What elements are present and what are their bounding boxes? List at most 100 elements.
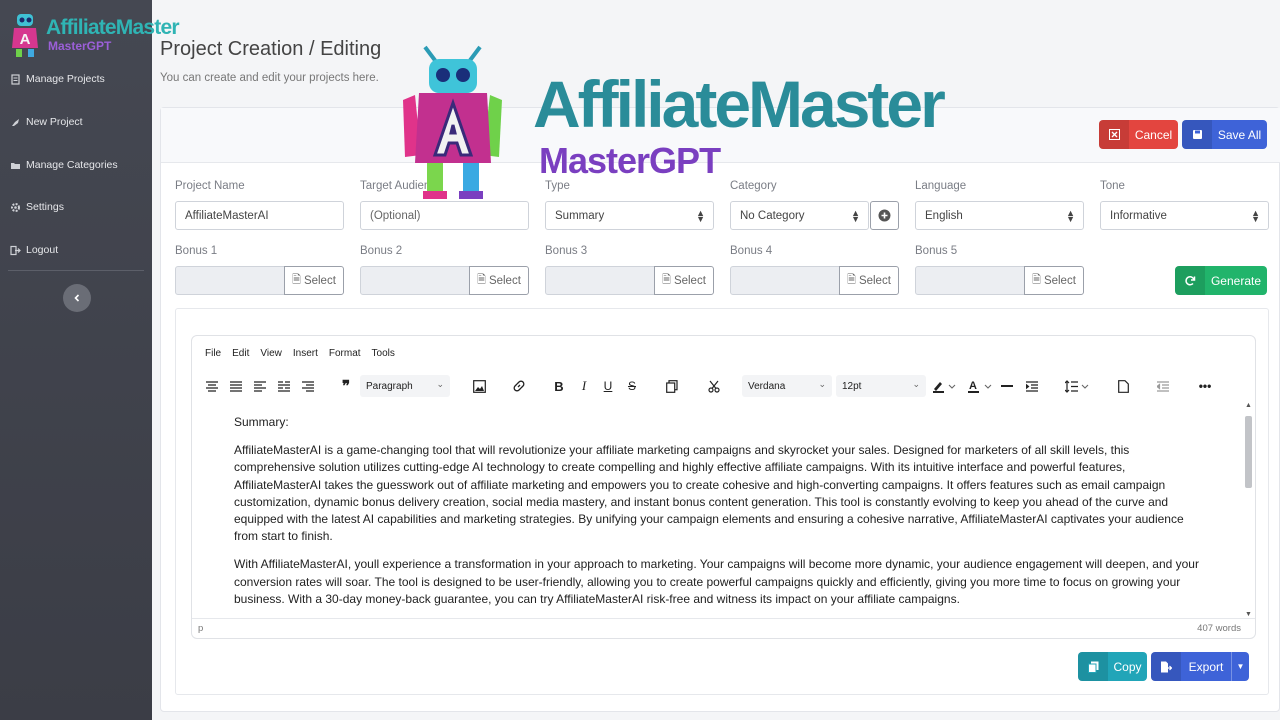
type-select[interactable]: Summary ▲ ▼ bbox=[545, 201, 714, 230]
sidebar-item-label: Manage Projects bbox=[26, 73, 105, 85]
blockquote-icon[interactable]: ❞ bbox=[338, 376, 354, 396]
outdent-icon[interactable] bbox=[1156, 376, 1170, 396]
editor-toolbar: ❞ Paragraph ⌄ B I U S Verdana ⌄ 12pt ⌄ A… bbox=[192, 372, 1255, 400]
bold-icon[interactable]: B bbox=[552, 376, 566, 396]
generate-button-label: Generate bbox=[1210, 273, 1262, 288]
gear-icon bbox=[11, 202, 20, 212]
list-icon[interactable] bbox=[276, 376, 292, 396]
app-logo[interactable]: A AffiliateMaster MasterGPT bbox=[6, 6, 180, 60]
cancel-button-label: Cancel bbox=[1134, 127, 1173, 142]
target-audience-input[interactable]: (Optional) bbox=[360, 201, 529, 230]
link-icon[interactable] bbox=[510, 376, 528, 396]
sidebar-item-manage-categories[interactable]: Manage Categories bbox=[0, 150, 152, 180]
robot-logo-icon: A bbox=[12, 14, 38, 57]
plus-circle-icon bbox=[878, 209, 891, 222]
chevron-down-icon: ⌄ bbox=[912, 379, 920, 389]
bonus-4-input[interactable] bbox=[730, 266, 840, 295]
sidebar-item-logout[interactable]: Logout bbox=[0, 235, 152, 265]
file-icon: 🗎 bbox=[847, 274, 856, 286]
bonus-3-input[interactable] bbox=[545, 266, 655, 295]
menu-format[interactable]: Format bbox=[329, 348, 361, 362]
file-icon: 🗎 bbox=[662, 274, 671, 286]
bonus-2-input[interactable] bbox=[360, 266, 470, 295]
align-center-icon[interactable] bbox=[204, 376, 220, 396]
bonus-2-select-button[interactable]: 🗎 Select bbox=[469, 266, 529, 295]
project-form-card: Cancel Save All Project Name Target Audi… bbox=[160, 107, 1280, 712]
align-justify-icon[interactable] bbox=[228, 376, 244, 396]
text-color-icon[interactable]: A bbox=[966, 376, 996, 396]
language-label: Language bbox=[915, 180, 967, 192]
logout-icon bbox=[10, 245, 21, 255]
save-all-button[interactable]: Save All bbox=[1182, 120, 1267, 149]
copy-format-icon[interactable] bbox=[664, 376, 680, 396]
file-icon: 🗎 bbox=[292, 274, 301, 286]
editor-content[interactable]: Summary: AffiliateMasterAI is a game-cha… bbox=[192, 404, 1242, 618]
bonus-select-label: Select bbox=[303, 274, 336, 287]
element-path[interactable]: p bbox=[198, 623, 203, 634]
select-arrows-icon: ▲ ▼ bbox=[1251, 208, 1260, 224]
add-category-button[interactable] bbox=[870, 201, 899, 230]
file-icon bbox=[11, 73, 20, 85]
font-family-select[interactable]: Verdana ⌄ bbox=[742, 375, 832, 397]
line-height-icon[interactable] bbox=[1064, 376, 1092, 396]
rocket-icon bbox=[12, 118, 19, 126]
sidebar-collapse-button[interactable] bbox=[63, 284, 91, 312]
scroll-down-icon[interactable]: ▼ bbox=[1245, 611, 1252, 618]
highlight-color-icon[interactable] bbox=[930, 376, 960, 396]
menu-edit[interactable]: Edit bbox=[232, 348, 249, 362]
caret-down-icon[interactable]: ▼ bbox=[1231, 652, 1249, 681]
underline-icon[interactable]: U bbox=[601, 376, 615, 396]
bonus-3-select-button[interactable]: 🗎 Select bbox=[654, 266, 714, 295]
bonus-3-label: Bonus 3 bbox=[545, 245, 588, 257]
sidebar-item-new-project[interactable]: New Project bbox=[0, 107, 152, 137]
sidebar-item-settings[interactable]: Settings bbox=[0, 192, 152, 222]
content-paragraph-1: AffiliateMasterAI is a game-changing too… bbox=[234, 443, 1184, 544]
cancel-button[interactable]: Cancel bbox=[1099, 120, 1178, 149]
menu-file[interactable]: File bbox=[205, 348, 221, 362]
svg-text:A: A bbox=[969, 380, 977, 392]
strikethrough-icon[interactable]: S bbox=[625, 376, 639, 396]
block-format-select[interactable]: Paragraph ⌄ bbox=[360, 375, 450, 397]
logo-subtitle: MasterGPT bbox=[48, 39, 112, 53]
category-select[interactable]: No Category ▲ ▼ bbox=[730, 201, 869, 230]
generate-button[interactable]: Generate bbox=[1175, 266, 1267, 295]
editor-statusbar: p 407 words bbox=[192, 618, 1255, 638]
sidebar-item-label: New Project bbox=[26, 116, 83, 128]
language-select[interactable]: English ▲ ▼ bbox=[915, 201, 1084, 230]
font-size-select[interactable]: 12pt ⌄ bbox=[836, 375, 926, 397]
copy-icon bbox=[1078, 652, 1108, 681]
language-select-value: English bbox=[925, 209, 963, 222]
close-icon bbox=[1099, 120, 1129, 149]
align-right-icon[interactable] bbox=[300, 376, 316, 396]
sidebar-item-label: Manage Categories bbox=[26, 159, 118, 171]
horizontal-rule-icon[interactable] bbox=[1000, 376, 1014, 396]
scrollbar-thumb[interactable] bbox=[1245, 416, 1252, 488]
menu-tools[interactable]: Tools bbox=[372, 348, 395, 362]
scroll-up-icon[interactable]: ▲ bbox=[1245, 402, 1252, 409]
export-button[interactable]: Export ▼ bbox=[1151, 652, 1249, 681]
file-icon: 🗎 bbox=[477, 274, 486, 286]
copy-button[interactable]: Copy bbox=[1078, 652, 1147, 681]
bonus-5-select-button[interactable]: 🗎 Select bbox=[1024, 266, 1084, 295]
indent-icon[interactable] bbox=[1024, 376, 1040, 396]
cut-icon[interactable] bbox=[706, 376, 722, 396]
word-count[interactable]: 407 words bbox=[1197, 623, 1241, 634]
tone-select[interactable]: Informative ▲ ▼ bbox=[1100, 201, 1269, 230]
project-name-input[interactable]: AffiliateMasterAI bbox=[175, 201, 344, 230]
menu-view[interactable]: View bbox=[260, 348, 282, 362]
bonus-1-select-button[interactable]: 🗎 Select bbox=[284, 266, 344, 295]
editor-scrollbar[interactable]: ▲ ▼ bbox=[1243, 402, 1253, 618]
menu-insert[interactable]: Insert bbox=[293, 348, 318, 362]
document-icon[interactable] bbox=[1116, 376, 1130, 396]
more-options-icon[interactable]: ••• bbox=[1196, 376, 1214, 396]
editor-menubar: File Edit View Insert Format Tools bbox=[205, 348, 395, 362]
align-left-icon[interactable] bbox=[252, 376, 268, 396]
chevron-left-icon bbox=[74, 294, 80, 302]
sidebar-item-manage-projects[interactable]: Manage Projects bbox=[0, 64, 152, 94]
bonus-1-input[interactable] bbox=[175, 266, 285, 295]
bonus-4-select-button[interactable]: 🗎 Select bbox=[839, 266, 899, 295]
image-icon[interactable] bbox=[470, 376, 488, 396]
bonus-5-input[interactable] bbox=[915, 266, 1025, 295]
category-select-value: No Category bbox=[740, 209, 805, 222]
italic-icon[interactable]: I bbox=[577, 376, 591, 396]
